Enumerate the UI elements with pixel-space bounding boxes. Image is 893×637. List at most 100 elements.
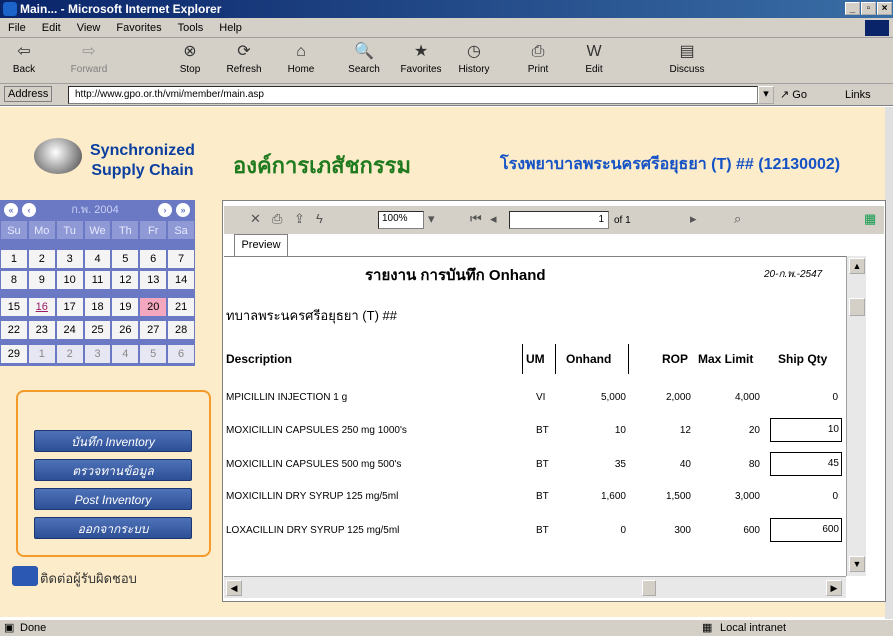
calendar-day[interactable]: 6 (139, 249, 168, 269)
prev-year-icon[interactable]: « (4, 203, 18, 217)
menu-tools[interactable]: Tools (170, 18, 212, 38)
next-year-icon[interactable]: » (176, 203, 190, 217)
status-bar: ▣ Done ▦ Local intranet (0, 619, 893, 636)
calendar-day[interactable]: 29 (0, 344, 28, 364)
menu-favorites[interactable]: Favorites (108, 18, 169, 38)
viewer-toolbar: ✕ ⎙ ⇪ ϟ 100% ▾ ⏮ ◂ 1 of 1 ▸ ⌕ ▦ (224, 206, 884, 234)
menu-help[interactable]: Help (211, 18, 250, 38)
page-scrollbar[interactable] (885, 107, 893, 619)
menu-file[interactable]: File (0, 18, 34, 38)
menu-edit[interactable]: Edit (34, 18, 69, 38)
ship-qty-input[interactable]: 45 (770, 452, 842, 476)
favorites-button[interactable]: ★ Favorites (396, 40, 446, 82)
calendar-day[interactable]: 10 (55, 270, 84, 290)
calendar-day[interactable]: 7 (167, 249, 196, 269)
refresh-lightning-icon[interactable]: ϟ (316, 211, 323, 226)
verify-data-button[interactable]: ตรวจทานข้อมูล (34, 459, 192, 481)
print-button[interactable]: ⎙ Print (520, 40, 556, 82)
close-icon[interactable]: ✕ (250, 211, 261, 227)
prev-month-icon[interactable]: ‹ (22, 203, 36, 217)
refresh-icon: ⟳ (237, 43, 251, 60)
table-row: LOXACILLIN DRY SYRUP 125 mg/5ml BT 0 300… (226, 518, 846, 542)
prev-page-icon[interactable]: ◂ (490, 211, 497, 227)
calendar-day[interactable]: 16 (27, 297, 56, 317)
calendar-day[interactable]: 1 (0, 249, 28, 269)
minimize-button[interactable]: _ (845, 2, 860, 15)
post-inventory-button[interactable]: Post Inventory (34, 488, 192, 510)
stop-button[interactable]: ⊗ Stop (172, 40, 208, 82)
calendar-day[interactable]: 13 (139, 270, 168, 290)
scroll-thumb[interactable] (642, 580, 656, 596)
refresh-button[interactable]: ⟳ Refresh (222, 40, 266, 82)
contact-link[interactable]: ติดต่อผู้รับผิดชอบ (40, 568, 137, 589)
next-month-icon[interactable]: › (158, 203, 172, 217)
record-inventory-button[interactable]: บันทึก Inventory (34, 430, 192, 452)
links-button[interactable]: Links (845, 87, 871, 103)
history-button[interactable]: ◷ History (452, 40, 496, 82)
zoom-dropdown-icon[interactable]: ▾ (428, 211, 435, 227)
calendar-day[interactable]: 4 (83, 249, 112, 269)
discuss-button[interactable]: ▤ Discuss (664, 40, 710, 82)
report-vertical-scrollbar[interactable]: ▲ ▼ (846, 256, 866, 576)
report-horizontal-scrollbar[interactable]: ◀ ▶ (224, 576, 846, 598)
scroll-thumb[interactable] (849, 298, 865, 316)
search-button[interactable]: 🔍 Search (342, 40, 386, 82)
page-number-input[interactable]: 1 (509, 211, 609, 229)
calendar-day[interactable]: 22 (0, 320, 28, 340)
export-icon[interactable]: ⇪ (294, 211, 305, 227)
back-button[interactable]: ⇦ Back (6, 40, 42, 82)
calendar-day[interactable]: 1 (27, 344, 56, 364)
printer-icon[interactable]: ⎙ (272, 211, 282, 227)
ship-qty-input[interactable]: 600 (770, 518, 842, 542)
scroll-left-icon[interactable]: ◀ (226, 580, 242, 596)
edit-button[interactable]: W Edit (578, 40, 610, 82)
go-button[interactable]: ↗ Go (780, 87, 807, 103)
calendar-day[interactable]: 9 (27, 270, 56, 290)
calendar-day[interactable]: 25 (83, 320, 112, 340)
calendar-day[interactable]: 2 (55, 344, 84, 364)
calendar-day[interactable]: 3 (55, 249, 84, 269)
next-page-icon[interactable]: ▸ (690, 211, 697, 227)
calendar-day[interactable]: 2 (27, 249, 56, 269)
discuss-icon: ▤ (679, 43, 695, 60)
address-dropdown[interactable]: ▾ (758, 86, 774, 104)
zoom-select[interactable]: 100% (378, 211, 424, 229)
search-icon: 🔍 (354, 43, 374, 60)
calendar-day[interactable]: 15 (0, 297, 28, 317)
ship-qty-input[interactable]: 10 (770, 418, 842, 442)
calendar-day[interactable]: 28 (167, 320, 196, 340)
calendar-day[interactable]: 8 (0, 270, 28, 290)
calendar-day[interactable]: 17 (55, 297, 84, 317)
calendar-day[interactable]: 3 (83, 344, 112, 364)
calendar-day[interactable]: 14 (167, 270, 196, 290)
address-input[interactable]: http://www.gpo.or.th/vmi/member/main.asp (68, 86, 758, 104)
calendar-day[interactable]: 19 (111, 297, 140, 317)
calendar-day[interactable]: 5 (139, 344, 168, 364)
scroll-right-icon[interactable]: ▶ (826, 580, 842, 596)
calendar-day[interactable]: 27 (139, 320, 168, 340)
home-button[interactable]: ⌂ Home (282, 40, 320, 82)
first-page-icon[interactable]: ⏮ (470, 211, 482, 227)
calendar-day[interactable]: 18 (83, 297, 112, 317)
calendar-day[interactable]: 4 (111, 344, 140, 364)
maximize-button[interactable]: ▫ (861, 2, 876, 15)
forward-button[interactable]: ⇨ Forward (66, 40, 112, 82)
calendar-day[interactable]: 6 (167, 344, 196, 364)
menu-view[interactable]: View (69, 18, 109, 38)
tab-preview[interactable]: Preview (234, 234, 288, 256)
calendar-day[interactable]: 26 (111, 320, 140, 340)
close-button[interactable]: × (877, 2, 892, 15)
calendar-day[interactable]: 21 (167, 297, 196, 317)
weekday-label: Sa (167, 220, 196, 240)
calendar-day[interactable]: 11 (83, 270, 112, 290)
scroll-up-icon[interactable]: ▲ (849, 258, 865, 274)
calendar-day[interactable]: 23 (27, 320, 56, 340)
search-binoculars-icon[interactable]: ⌕ (734, 211, 741, 227)
scroll-down-icon[interactable]: ▼ (849, 556, 865, 572)
calendar-day[interactable]: 24 (55, 320, 84, 340)
logout-button[interactable]: ออกจากระบบ (34, 517, 192, 539)
calendar-day[interactable]: 12 (111, 270, 140, 290)
weekday-label: Tu (55, 220, 84, 240)
calendar-day-today[interactable]: 20 (139, 297, 168, 317)
calendar-day[interactable]: 5 (111, 249, 140, 269)
